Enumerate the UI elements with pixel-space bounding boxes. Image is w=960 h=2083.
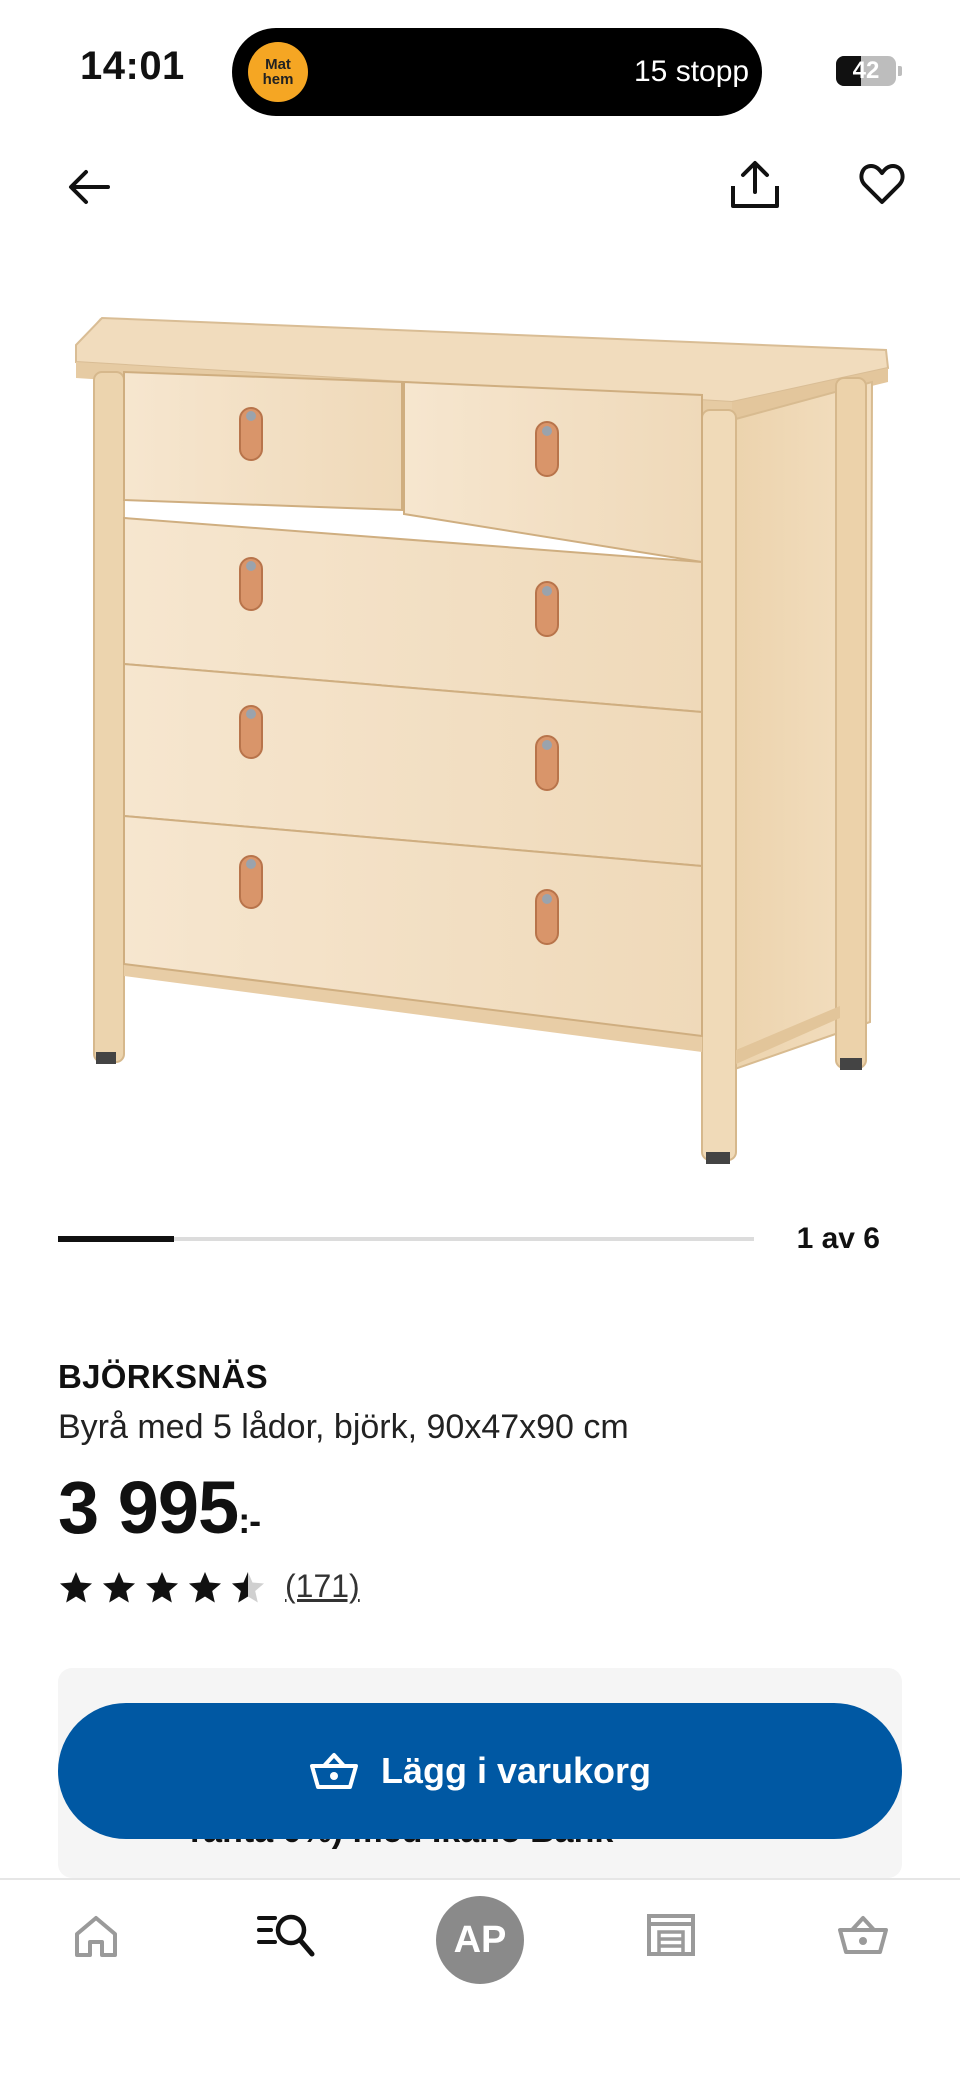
back-button[interactable] <box>62 160 116 214</box>
logo-line1: Mat <box>265 56 291 73</box>
star-icon <box>189 1571 221 1602</box>
price-value: 3 995 <box>58 1466 239 1549</box>
favorite-button[interactable] <box>856 158 908 210</box>
search-list-icon <box>257 1914 315 1957</box>
nav-search[interactable] <box>256 1908 316 1960</box>
mathem-logo: Mat hem <box>248 42 308 102</box>
store-icon <box>647 1914 695 1956</box>
status-time: 14:01 <box>80 44 185 88</box>
add-to-cart-label: Lägg i varukorg <box>380 1750 652 1791</box>
arrow-left-icon <box>69 170 110 204</box>
rating-row[interactable]: (171) <box>58 1568 360 1605</box>
battery-indicator: 42 <box>836 56 896 86</box>
review-count-link[interactable]: (171) <box>285 1568 360 1605</box>
product-price: 3 995:- <box>58 1465 261 1550</box>
gallery-progress-fill <box>58 1236 174 1242</box>
share-button[interactable] <box>726 156 784 214</box>
star-icon <box>60 1571 92 1602</box>
product-name: BJÖRKSNÄS <box>58 1358 268 1395</box>
gallery-count: 1 av 6 <box>796 1222 880 1255</box>
battery-cap <box>898 66 902 76</box>
share-icon <box>731 161 779 208</box>
wifi-icon <box>781 53 823 85</box>
nav-store[interactable] <box>644 1910 698 1960</box>
profile-avatar[interactable]: AP <box>436 1896 524 1984</box>
gallery-progress <box>58 1236 754 1242</box>
basket-icon <box>309 1753 358 1789</box>
home-icon <box>75 1916 117 1957</box>
activity-text: 15 stopp <box>634 55 750 88</box>
price-suffix: :- <box>238 1500 261 1541</box>
heart-icon <box>859 164 905 204</box>
battery-level: 42 <box>852 57 880 84</box>
nav-cart[interactable] <box>836 1910 890 1960</box>
add-to-cart-button[interactable]: Lägg i varukorg <box>58 1703 902 1839</box>
star-icon <box>103 1571 135 1602</box>
product-image[interactable] <box>60 300 900 1180</box>
nav-home[interactable] <box>70 1910 122 1962</box>
product-description: Byrå med 5 lådor, björk, 90x47x90 cm <box>58 1408 629 1446</box>
star-rating <box>58 1570 273 1604</box>
logo-line2: hem <box>262 71 294 88</box>
basket-nav-icon <box>838 1916 888 1954</box>
star-icon <box>146 1571 178 1602</box>
star-icon <box>232 1571 264 1602</box>
